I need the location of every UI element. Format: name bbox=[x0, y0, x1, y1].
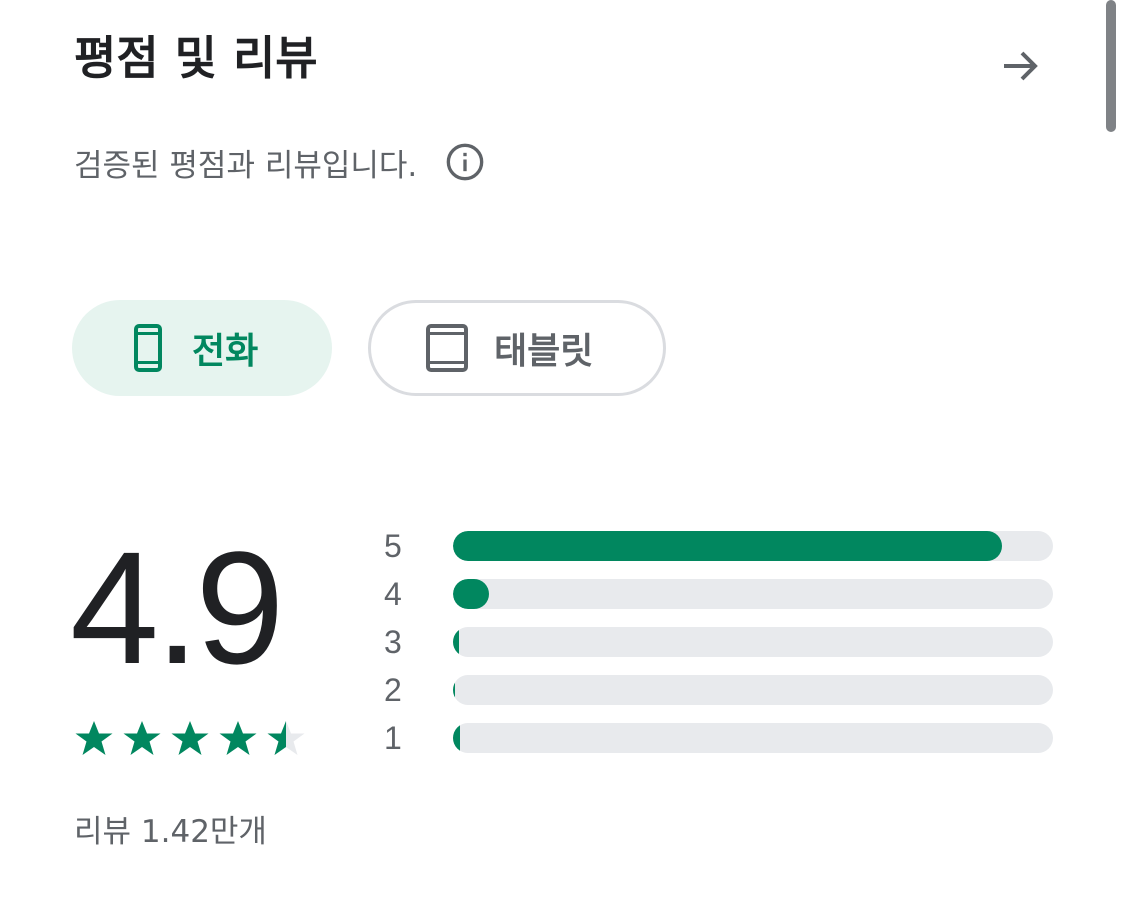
verified-note: 검증된 평점과 리뷰입니다. bbox=[74, 138, 485, 186]
half-star-icon bbox=[267, 721, 305, 755]
rating-row-4: 4 bbox=[384, 574, 1064, 614]
rating-row-1: 1 bbox=[384, 718, 1064, 758]
star-icon bbox=[123, 721, 161, 755]
star-icon bbox=[219, 721, 257, 755]
rating-bar-fill bbox=[453, 579, 489, 609]
rating-bar-fill bbox=[453, 675, 455, 705]
rating-distribution: 5 4 3 2 1 bbox=[384, 526, 1064, 766]
info-icon[interactable] bbox=[445, 142, 485, 182]
average-rating: 4.9 bbox=[70, 518, 284, 697]
rating-bar-track bbox=[453, 627, 1053, 657]
section-title: 평점 및 리뷰 bbox=[74, 31, 318, 85]
ratings-header[interactable]: 평점 및 리뷰 bbox=[74, 18, 1054, 85]
rating-row-3: 3 bbox=[384, 622, 1064, 662]
filter-chip-tablet[interactable]: 태블릿 bbox=[368, 300, 666, 396]
rating-bar-fill bbox=[453, 531, 1002, 561]
star-icon bbox=[171, 721, 209, 755]
scrollbar[interactable] bbox=[1106, 0, 1116, 132]
arrow-right-icon[interactable] bbox=[996, 42, 1044, 90]
tablet-icon bbox=[426, 324, 468, 372]
star-rating bbox=[75, 721, 305, 755]
rating-bar-fill bbox=[453, 627, 459, 657]
review-count: 리뷰 1.42만개 bbox=[74, 814, 267, 850]
rating-row-label: 3 bbox=[384, 624, 402, 660]
rating-row-label: 5 bbox=[384, 528, 402, 564]
rating-bar-track bbox=[453, 723, 1053, 753]
filter-chip-phone[interactable]: 전화 bbox=[72, 300, 332, 396]
rating-bar-track bbox=[453, 675, 1053, 705]
verified-text: 검증된 평점과 리뷰입니다. bbox=[74, 147, 418, 184]
filter-chip-label: 태블릿 bbox=[494, 331, 594, 372]
rating-row-label: 4 bbox=[384, 576, 402, 612]
rating-row-label: 2 bbox=[384, 672, 402, 708]
rating-bar-fill bbox=[453, 723, 460, 753]
phone-icon bbox=[134, 324, 162, 372]
star-icon bbox=[75, 721, 113, 755]
rating-row-2: 2 bbox=[384, 670, 1064, 710]
rating-bar-track bbox=[453, 531, 1053, 561]
rating-bar-track bbox=[453, 579, 1053, 609]
filter-chip-label: 전화 bbox=[192, 331, 259, 372]
rating-row-label: 1 bbox=[384, 720, 402, 756]
rating-row-5: 5 bbox=[384, 526, 1064, 566]
